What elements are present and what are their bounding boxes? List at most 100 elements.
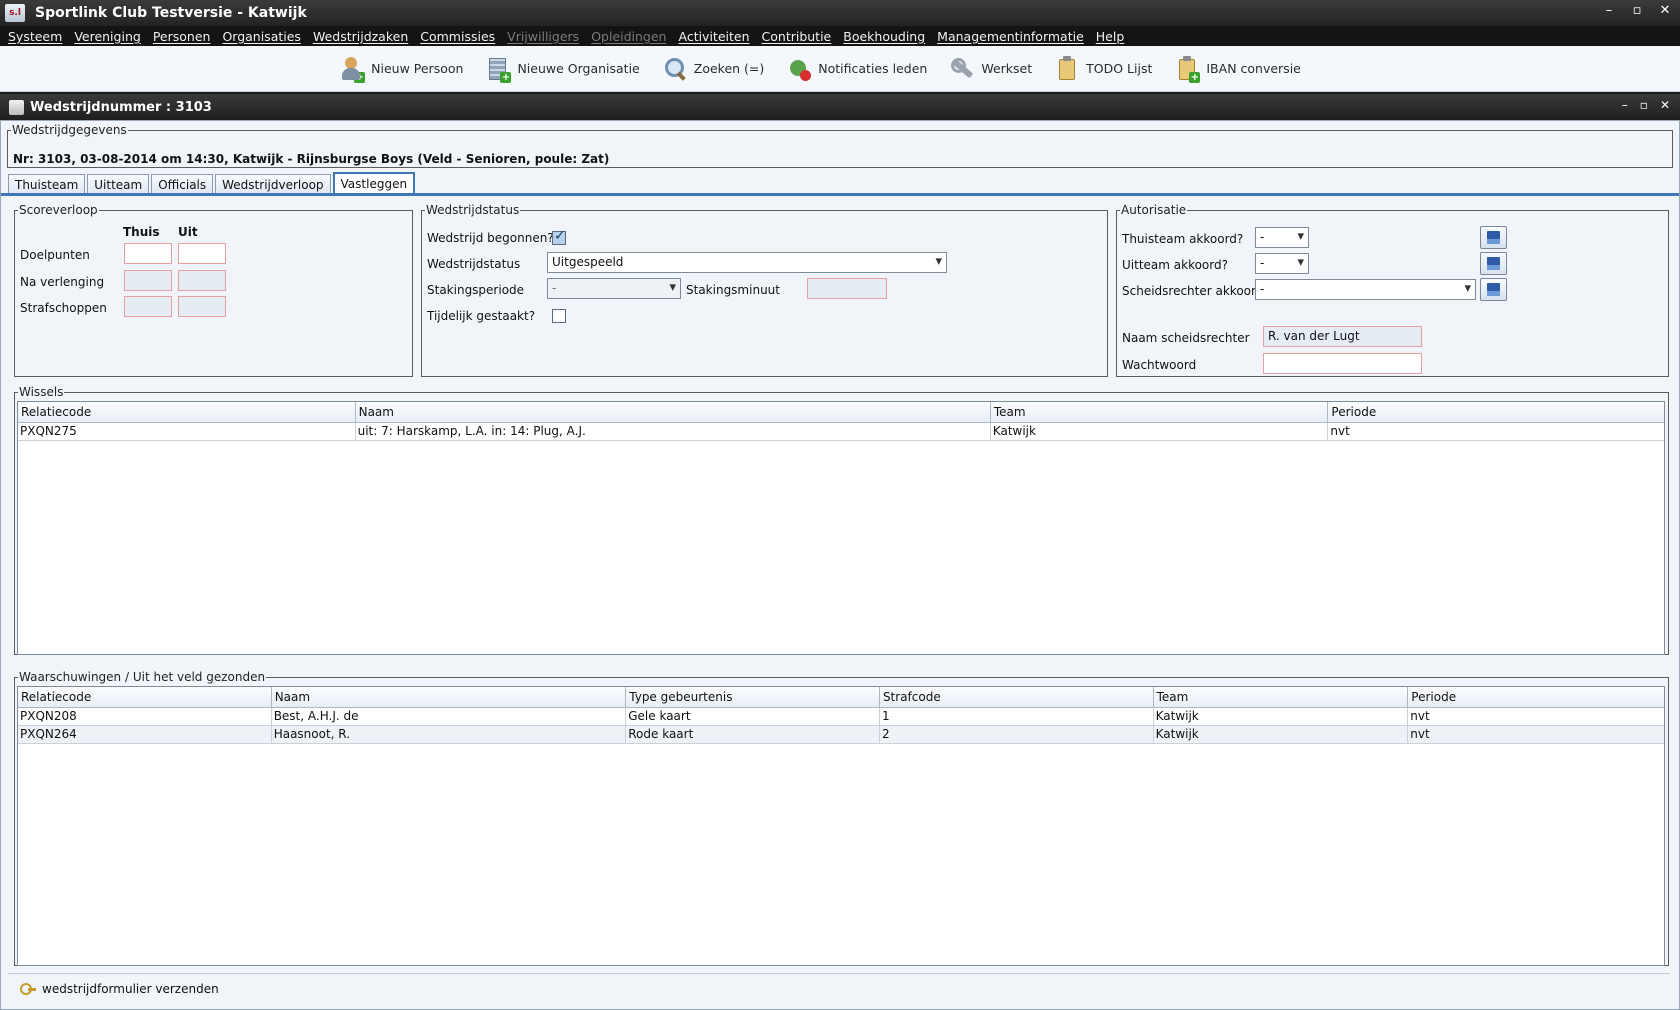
cell-strafcode: 1 (880, 708, 1154, 725)
wissels-group: Wissels Relatiecode Naam Team Periode PX… (14, 385, 1669, 655)
cell-team: Katwijk (1154, 708, 1409, 725)
notifications-button[interactable]: Notificaties leden (786, 55, 927, 83)
stakingsminuut-input[interactable] (807, 278, 887, 299)
frame-minimize-icon[interactable]: – (1622, 98, 1628, 112)
wissels-table: Relatiecode Naam Team Periode PXQN275 ui… (17, 401, 1665, 655)
wedstrijdstatus-legend: Wedstrijdstatus (426, 203, 520, 217)
werkset-button[interactable]: Werkset (949, 55, 1032, 83)
doelpunten-thuis-input[interactable] (124, 243, 172, 264)
strafschoppen-thuis-input[interactable] (124, 296, 172, 317)
menu-wedstrijdzaken[interactable]: Wedstrijdzaken (313, 29, 408, 44)
menu-systeem[interactable]: Systeem (8, 29, 62, 44)
table-row[interactable]: PXQN264 Haasnoot, R. Rode kaart 2 Katwij… (18, 726, 1664, 744)
menu-commissies[interactable]: Commissies (420, 29, 495, 44)
column-header-periode[interactable]: Periode (1328, 402, 1664, 422)
new-organisation-button[interactable]: + Nieuwe Organisatie (485, 55, 640, 83)
stakingsperiode-label: Stakingsperiode (427, 283, 525, 297)
column-header-relatiecode[interactable]: Relatiecode (18, 402, 356, 422)
menu-contributie[interactable]: Contributie (762, 29, 832, 44)
wachtwoord-label: Wachtwoord (1122, 358, 1197, 372)
cell-periode: nvt (1410, 727, 1430, 741)
new-person-icon: + (339, 55, 366, 83)
app-titlebar: s.l Sportlink Club Testversie - Katwijk … (0, 0, 1680, 26)
menu-managementinformatie[interactable]: Managementinformatie (937, 29, 1084, 44)
column-header-naam[interactable]: Naam (356, 402, 991, 422)
scheidsrechter-save-button[interactable] (1480, 278, 1507, 301)
cell-periode: nvt (1410, 709, 1430, 723)
strafschoppen-label: Strafschoppen (20, 301, 107, 315)
restore-icon[interactable]: ▫ (1630, 3, 1644, 18)
close-icon[interactable]: ✕ (1658, 3, 1672, 18)
new-organisation-icon: + (485, 55, 512, 83)
cell-team: Katwijk (1154, 726, 1409, 743)
cell-type-gebeurtenis: Gele kaart (626, 708, 880, 725)
wrench-icon (949, 55, 975, 83)
iban-clipboard-icon: + (1174, 55, 1201, 83)
menu-opleidingen: Opleidingen (591, 28, 667, 44)
stakingsperiode-select[interactable]: - (547, 278, 681, 299)
cell-relatiecode: PXQN275 (18, 423, 356, 440)
window-controls: – ▫ ✕ (1602, 3, 1672, 18)
new-person-button[interactable]: + Nieuw Persoon (339, 55, 463, 83)
frame-close-icon[interactable]: ✕ (1660, 98, 1670, 112)
todo-list-button[interactable]: TODO Lijst (1054, 55, 1152, 83)
tab-thuisteam[interactable]: Thuisteam (8, 174, 86, 195)
table-row[interactable]: PXQN208 Best, A.H.J. de Gele kaart 1 Kat… (18, 708, 1664, 726)
table-row[interactable]: PXQN275 uit: 7: Harskamp, L.A. in: 14: P… (18, 423, 1664, 441)
wedstrijd-begonnen-checkbox[interactable] (552, 228, 566, 245)
uitteam-save-button[interactable] (1480, 252, 1507, 275)
doelpunten-uit-input[interactable] (178, 243, 226, 264)
menu-boekhouding[interactable]: Boekhouding (843, 29, 925, 44)
frame-content: Wedstrijdgegevens Nr: 3103, 03-08-2014 o… (0, 120, 1680, 1010)
stakingsminuut-label: Stakingsminuut (686, 283, 780, 297)
uitteam-akkoord-select[interactable]: - (1255, 253, 1309, 274)
menu-organisaties[interactable]: Organisaties (222, 29, 301, 44)
tijdelijk-gestaakt-checkbox[interactable] (552, 309, 566, 323)
na-verlenging-uit-input[interactable] (178, 270, 226, 291)
column-header-type-gebeurtenis[interactable]: Type gebeurtenis (626, 687, 880, 707)
match-summary: Nr: 3103, 03-08-2014 om 14:30, Katwijk -… (13, 152, 610, 166)
footer-bar: wedstrijdformulier verzenden (8, 973, 1670, 1003)
wedstrijd-begonnen-label: Wedstrijd begonnen? (427, 231, 554, 245)
tab-officials[interactable]: Officials (151, 174, 214, 195)
column-header-naam[interactable]: Naam (272, 687, 627, 707)
tab-bar: Thuisteam Uitteam Officials Wedstrijdver… (8, 172, 417, 195)
column-header-team[interactable]: Team (991, 402, 1329, 422)
na-verlenging-thuis-input[interactable] (124, 270, 172, 291)
menu-vereniging[interactable]: Vereniging (74, 29, 141, 44)
wedstrijdstatus-select[interactable]: Uitgespeeld (547, 252, 947, 273)
send-form-button[interactable]: wedstrijdformulier verzenden (20, 982, 219, 996)
menu-personen[interactable]: Personen (153, 29, 211, 44)
uitteam-akkoord-label: Uitteam akkoord? (1122, 258, 1228, 272)
column-header-strafcode[interactable]: Strafcode (880, 687, 1154, 707)
iban-conversion-label: IBAN conversie (1206, 61, 1301, 76)
frame-restore-icon[interactable]: ▫ (1640, 98, 1648, 112)
notification-icon (786, 55, 812, 83)
scheidsrechter-akkoord-select[interactable]: - (1255, 279, 1476, 300)
tab-uitteam[interactable]: Uitteam (87, 174, 150, 195)
key-icon (20, 982, 36, 996)
frame-title: Wedstrijdnummer : 3103 (30, 99, 212, 115)
frame-controls: – ▫ ✕ (1622, 98, 1670, 112)
strafschoppen-uit-input[interactable] (178, 296, 226, 317)
menu-activiteiten[interactable]: Activiteiten (678, 29, 749, 44)
thuisteam-akkoord-select[interactable]: - (1255, 227, 1309, 248)
search-button[interactable]: Zoeken (=) (662, 55, 764, 83)
thuisteam-save-button[interactable] (1480, 226, 1507, 249)
thuis-header: Thuis (123, 225, 160, 239)
toolbar: + Nieuw Persoon + Nieuwe Organisatie Zoe… (0, 46, 1680, 92)
column-header-relatiecode[interactable]: Relatiecode (18, 687, 272, 707)
iban-conversion-button[interactable]: + IBAN conversie (1174, 55, 1301, 83)
menu-help[interactable]: Help (1096, 29, 1125, 44)
naam-scheidsrechter-label: Naam scheidsrechter (1122, 331, 1250, 345)
search-icon (662, 55, 688, 83)
waarschuwingen-table-header: Relatiecode Naam Type gebeurtenis Strafc… (18, 687, 1664, 708)
column-header-team[interactable]: Team (1154, 687, 1409, 707)
minimize-icon[interactable]: – (1602, 3, 1616, 18)
tab-vastleggen[interactable]: Vastleggen (332, 172, 416, 195)
tab-wedstrijdverloop[interactable]: Wedstrijdverloop (215, 174, 331, 195)
wachtwoord-input[interactable] (1263, 353, 1422, 374)
cell-naam: Best, A.H.J. de (272, 708, 627, 725)
naam-scheidsrechter-input[interactable]: R. van der Lugt (1263, 326, 1422, 347)
column-header-periode[interactable]: Periode (1408, 687, 1664, 707)
